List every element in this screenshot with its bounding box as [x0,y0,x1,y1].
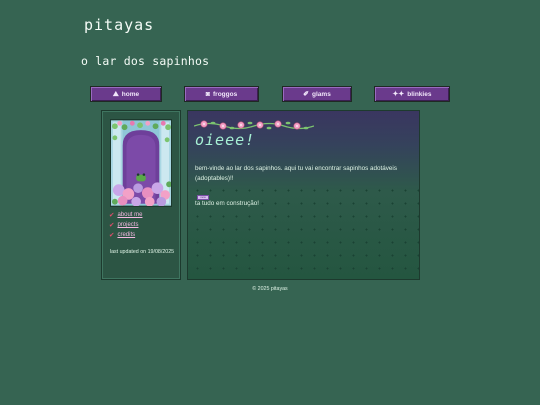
main-content-panel: oieee! bem-vinde ao lar dos sapinhos. aq… [187,110,420,280]
nav-home-button[interactable]: ⛰ home [90,86,162,102]
sidebar: ✔ about me ✔ projects ✔ credits last upd… [101,110,181,280]
sun-hill-icon: ⛰ [112,90,119,98]
footer-copyright: © 2025 pitayas [252,286,288,292]
nav-glams-button[interactable]: ✐ glams [282,86,352,102]
sidebar-item-credits: ✔ credits [109,230,142,240]
window-flowers-image [110,119,172,207]
last-updated-text: last updated on 19/08/2025 [109,249,175,255]
sidebar-item-projects: ✔ projects [109,220,142,230]
check-icon: ✔ [109,220,115,229]
nav-froggos-button[interactable]: ◙ froggos [184,86,259,102]
sidebar-item-about-me: ✔ about me [109,210,142,220]
nav-glams-label: glams [312,90,331,98]
check-icon: ✔ [109,230,115,239]
check-icon: ✔ [109,210,115,219]
site-subtitle: o lar dos sapinhos [81,54,210,68]
wand-icon: ✐ [303,90,310,98]
sparkle-icon: ✦✦ [392,90,405,98]
sidebar-links: ✔ about me ✔ projects ✔ credits [109,210,142,240]
welcome-text: bem-vinde ao lar dos sapinhos. aqui tu v… [195,165,397,182]
nav-blinkies-button[interactable]: ✦✦ blinkies [374,86,450,102]
flower-garland-icon [194,120,314,130]
frog-icon: ◙ [205,90,211,98]
credits-link[interactable]: credits [117,232,135,238]
dotted-background [188,181,419,279]
nav-blinkies-label: blinkies [407,90,432,98]
projects-link[interactable]: projects [117,222,138,228]
nav-home-label: home [121,90,140,98]
main-nav: ⛰ home ◙ froggos ✐ glams ✦✦ blinkies [0,86,540,102]
site-title: pitayas [84,16,155,34]
construction-status-text: ta tudo em construção! [195,200,260,207]
welcome-heading: oieee! [195,131,256,149]
about-me-link[interactable]: about me [117,212,142,218]
nav-froggos-label: froggos [213,90,238,98]
